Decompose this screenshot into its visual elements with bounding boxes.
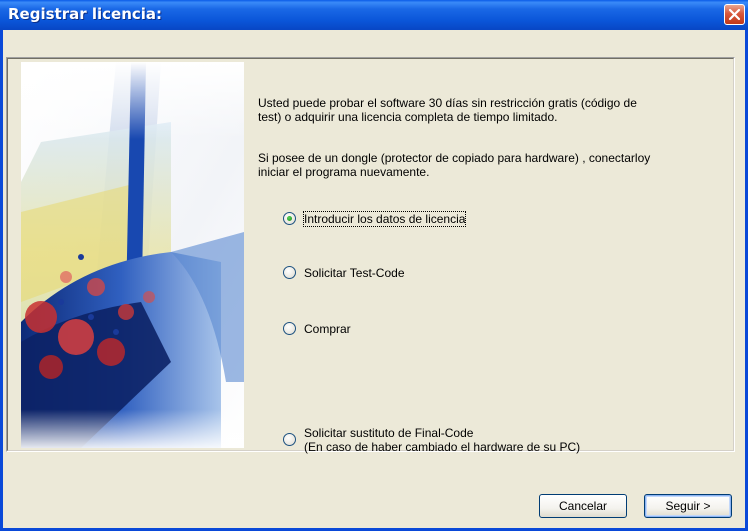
option-buy[interactable]: Comprar — [283, 322, 351, 336]
radio-unselected-icon[interactable] — [283, 433, 296, 446]
option-request-test-code[interactable]: Solicitar Test-Code — [283, 266, 405, 280]
intro-line-2: test) o adquirir una licencia completa d… — [258, 110, 558, 124]
dongle-line-2: iniciar el programa nuevamente. — [258, 165, 430, 179]
intro-line-1: Usted puede probar el software 30 días s… — [258, 96, 637, 110]
next-button[interactable]: Seguir > — [644, 494, 732, 518]
option-request-test-code-label[interactable]: Solicitar Test-Code — [304, 266, 405, 280]
decorative-banner-image — [21, 62, 244, 448]
option-enter-license[interactable]: Introducir los datos de licencia — [283, 211, 467, 227]
option-enter-license-label[interactable]: Introducir los datos de licencia — [302, 211, 467, 227]
dongle-text: Si posee de un dongle (protector de copi… — [258, 151, 650, 179]
dongle-line-1: Si posee de un dongle (protector de copi… — [258, 151, 651, 165]
radio-unselected-icon[interactable] — [283, 266, 296, 279]
option-replace-final-code-line-2: (En caso de haber cambiado el hardware d… — [304, 440, 581, 454]
option-replace-final-code-label[interactable]: Solicitar sustituto de Final-Code (En ca… — [304, 426, 580, 454]
cancel-button[interactable]: Cancelar — [539, 494, 627, 518]
license-dialog-window: Registrar licencia: Usted puede probar e… — [0, 0, 748, 531]
close-icon — [728, 8, 741, 21]
option-replace-final-code-line-1: Solicitar sustituto de Final-Code — [304, 426, 474, 440]
window-title: Registrar licencia: — [8, 5, 163, 23]
option-replace-final-code[interactable]: Solicitar sustituto de Final-Code (En ca… — [283, 426, 580, 454]
title-bar[interactable]: Registrar licencia: — [0, 0, 748, 30]
radio-selected-icon[interactable] — [283, 212, 296, 225]
option-buy-label[interactable]: Comprar — [304, 322, 351, 336]
radio-unselected-icon[interactable] — [283, 322, 296, 335]
intro-text: Usted puede probar el software 30 días s… — [258, 96, 637, 124]
close-button[interactable] — [724, 4, 745, 25]
